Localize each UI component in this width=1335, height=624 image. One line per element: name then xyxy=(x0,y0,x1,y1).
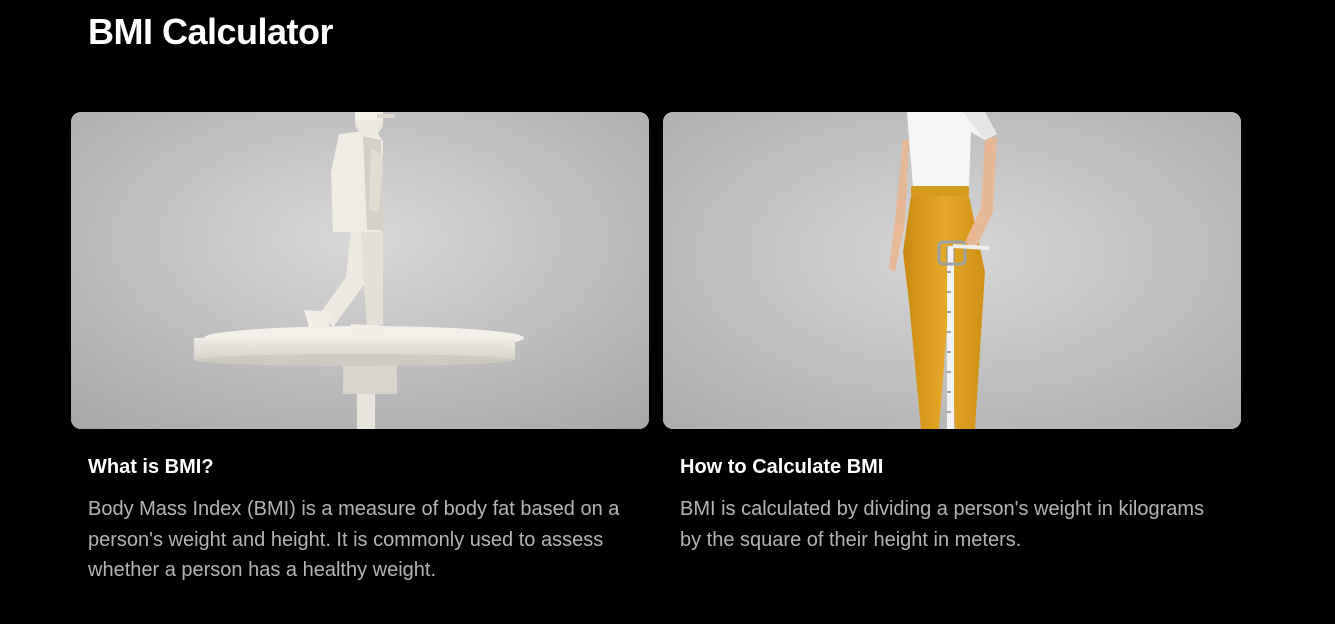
woman-measuring-illustration xyxy=(663,112,1241,429)
card-heading: What is BMI? xyxy=(88,456,214,478)
card-what-is-bmi: What is BMI? Body Mass Index (BMI) is a … xyxy=(71,112,649,581)
card-description: Body Mass Index (BMI) is a measure of bo… xyxy=(88,498,620,581)
figure-on-pedestal-illustration xyxy=(71,112,649,429)
card-description: BMI is calculated by dividing a person's… xyxy=(680,498,1205,551)
card-how-to-calculate-bmi: How to Calculate BMI BMI is calculated b… xyxy=(663,112,1241,551)
page-title: BMI Calculator xyxy=(88,11,334,52)
card-image-figure-on-pedestal xyxy=(71,112,649,429)
card-heading: How to Calculate BMI xyxy=(680,456,884,478)
card-image-woman-measuring xyxy=(663,112,1241,429)
